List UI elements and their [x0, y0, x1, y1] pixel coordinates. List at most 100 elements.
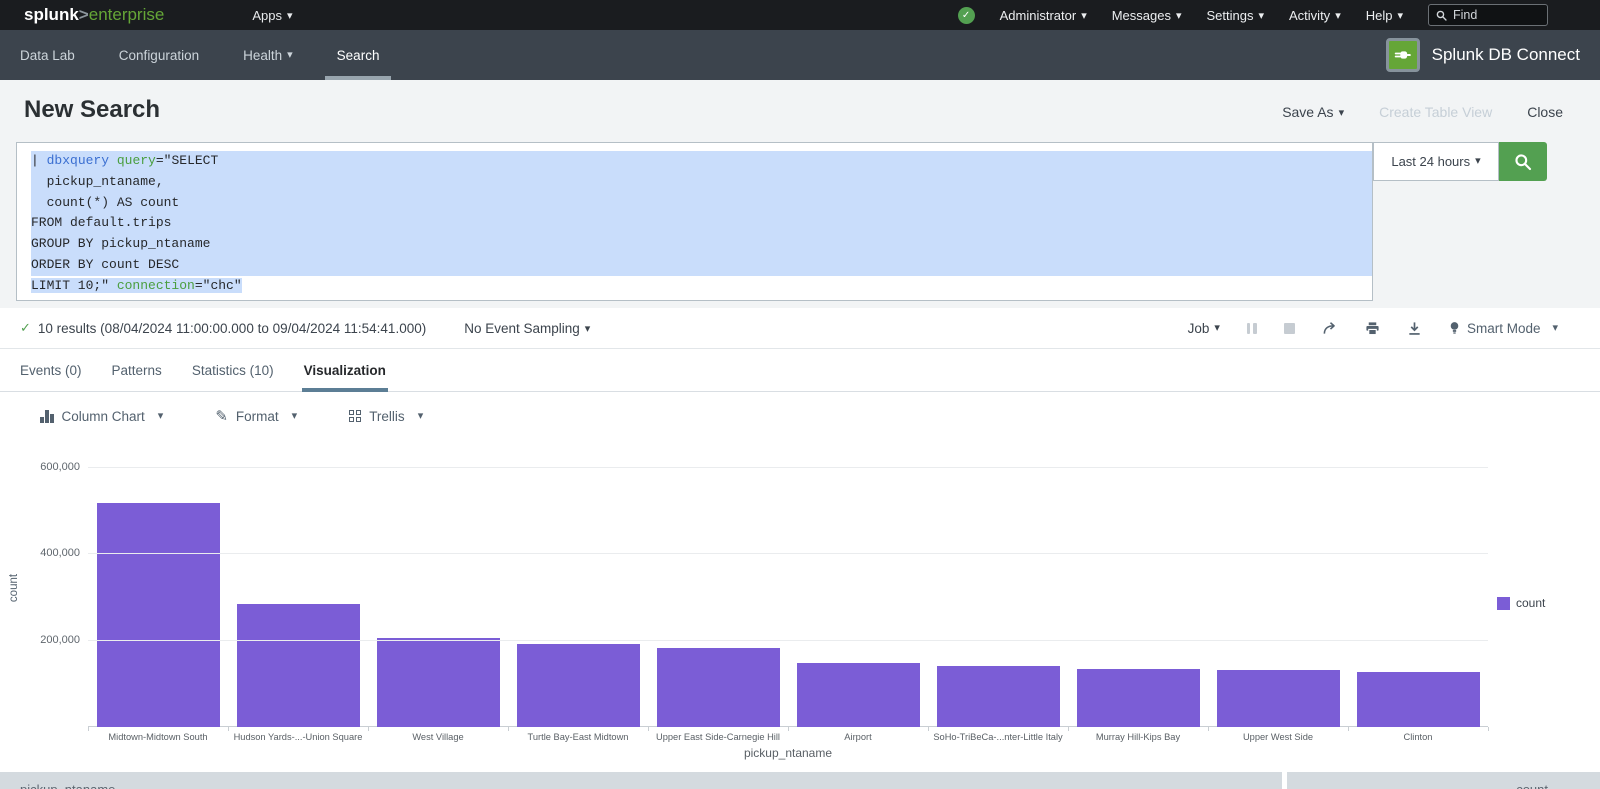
tab-visualization[interactable]: Visualization [304, 349, 386, 391]
table-preview-header: pickup_ntaname count [0, 772, 1600, 789]
event-sampling-dropdown[interactable]: No Event Sampling [464, 321, 590, 336]
legend-label: count [1516, 596, 1545, 610]
bar-slot [1068, 669, 1208, 727]
x-category-label-clinton: Clinton [1348, 732, 1488, 742]
nav-search[interactable]: Search [337, 30, 380, 80]
x-category-labels: Midtown-Midtown SouthHudson Yards-...-Un… [88, 732, 1488, 742]
time-range-picker[interactable]: Last 24 hours [1373, 142, 1499, 181]
bar-soho-tribeca-nter-little-italy[interactable] [937, 666, 1060, 727]
splunk-logo[interactable]: splunk>enterprise [24, 5, 164, 25]
smart-mode-label: Smart Mode [1467, 321, 1541, 336]
trellis-label: Trellis [369, 409, 405, 424]
pause-icon[interactable] [1247, 323, 1257, 334]
nav-health[interactable]: Health [243, 30, 293, 80]
bar-slot [368, 638, 508, 727]
job-menu[interactable]: Job [1188, 321, 1220, 336]
bar-slot [1348, 672, 1488, 727]
query-line-5: GROUP BY pickup_ntaname [31, 234, 1372, 255]
bar-slot [508, 644, 648, 727]
chart-legend[interactable]: count [1497, 596, 1545, 610]
viz-controls: Column Chart Format Trellis [0, 392, 1600, 440]
pencil-icon [215, 407, 228, 425]
smart-mode-dropdown[interactable]: Smart Mode [1449, 321, 1558, 336]
trellis-button[interactable]: Trellis [349, 409, 423, 424]
lightbulb-icon [1449, 321, 1460, 335]
logo-enterprise: enterprise [89, 5, 165, 24]
bar-slot [228, 604, 368, 727]
app-nav: Data Lab Configuration Health Search [20, 30, 423, 80]
column-chart: count Midtown-Midtown SouthHudson Yards-… [0, 440, 1600, 772]
query-line-2: pickup_ntaname, [31, 172, 1372, 193]
db-connect-plug-icon [1386, 38, 1420, 72]
search-icon [1514, 153, 1532, 171]
menu-activity[interactable]: Activity [1289, 8, 1341, 23]
menu-messages[interactable]: Messages [1112, 8, 1182, 23]
query-line-7: LIMIT 10;" connection="chc" [31, 276, 1372, 297]
status-check-icon[interactable] [958, 7, 975, 24]
print-icon[interactable] [1365, 321, 1380, 336]
chart-type-label: Column Chart [62, 409, 145, 424]
stop-icon[interactable] [1284, 323, 1295, 334]
tab-events-0[interactable]: Events (0) [20, 349, 82, 391]
x-category-label-turtle-bay-east-midtown: Turtle Bay-East Midtown [508, 732, 648, 742]
x-category-label-upper-east-side-carnegie-hill: Upper East Side-Carnegie Hill [648, 732, 788, 742]
nav-data-lab[interactable]: Data Lab [20, 30, 75, 80]
page-title: New Search [24, 96, 160, 124]
x-category-label-murray-hill-kips-bay: Murray Hill-Kips Bay [1068, 732, 1208, 742]
share-icon[interactable] [1322, 321, 1338, 336]
job-controls: Job Smart Mode [1188, 321, 1558, 336]
close-button[interactable]: Close [1527, 104, 1563, 120]
search-query-input[interactable]: | dbxquery query="SELECT pickup_ntaname,… [16, 142, 1373, 301]
export-icon[interactable] [1407, 321, 1422, 336]
bar-slot [648, 648, 788, 727]
gridline-400,000 [88, 553, 1488, 554]
x-category-label-hudson-yards-union-square: Hudson Yards-...-Union Square [228, 732, 368, 742]
app-brand[interactable]: Splunk DB Connect [1386, 38, 1580, 72]
x-axis-tick [788, 727, 789, 731]
x-category-label-west-village: West Village [368, 732, 508, 742]
save-as-button[interactable]: Save As [1282, 104, 1344, 120]
tab-statistics-10[interactable]: Statistics (10) [192, 349, 274, 391]
bar-slot [88, 503, 228, 727]
bar-slot [1208, 670, 1348, 727]
x-category-label-midtown-midtown-south: Midtown-Midtown South [88, 732, 228, 742]
bar-upper-west-side[interactable] [1217, 670, 1340, 727]
find-box[interactable] [1428, 4, 1548, 26]
x-axis-tick [1488, 727, 1489, 731]
x-axis-tick [88, 727, 89, 731]
results-bar: 10 results (08/04/2024 11:00:00.000 to 0… [0, 308, 1600, 349]
find-input[interactable] [1453, 8, 1533, 22]
format-button[interactable]: Format [215, 407, 297, 425]
bar-turtle-bay-east-midtown[interactable] [517, 644, 640, 727]
success-check-icon [20, 320, 31, 336]
bar-midtown-midtown-south[interactable] [97, 503, 220, 727]
x-axis-title: pickup_ntaname [88, 746, 1488, 760]
bar-clinton[interactable] [1357, 672, 1480, 727]
logo-splunk: splunk [24, 5, 79, 24]
format-label: Format [236, 409, 279, 424]
bar-hudson-yards-union-square[interactable] [237, 604, 360, 727]
bar-airport[interactable] [797, 663, 920, 727]
bar-upper-east-side-carnegie-hill[interactable] [657, 648, 780, 727]
apps-menu[interactable]: Apps [252, 8, 292, 23]
tab-patterns[interactable]: Patterns [112, 349, 162, 391]
column-header-count[interactable]: count [1287, 772, 1600, 789]
query-line-1: | dbxquery query="SELECT [31, 151, 1372, 172]
legend-swatch [1497, 597, 1510, 610]
chart-type-picker[interactable]: Column Chart [40, 409, 163, 424]
menu-help[interactable]: Help [1366, 8, 1403, 23]
y-tick-label: 600,000 [0, 461, 80, 473]
x-axis-tick [1208, 727, 1209, 731]
nav-configuration[interactable]: Configuration [119, 30, 199, 80]
search-button[interactable] [1499, 142, 1547, 181]
topbar-right: Administrator Messages Settings Activity Hel… [958, 4, 1548, 26]
column-header-pickup-ntaname[interactable]: pickup_ntaname [0, 772, 1282, 789]
menu-administrator[interactable]: Administrator [1000, 8, 1087, 23]
menu-settings[interactable]: Settings [1207, 8, 1265, 23]
results-summary: 10 results (08/04/2024 11:00:00.000 to 0… [38, 321, 426, 336]
bar-west-village[interactable] [377, 638, 500, 727]
search-icon [1436, 10, 1447, 21]
chart-bars [88, 440, 1488, 727]
bar-murray-hill-kips-bay[interactable] [1077, 669, 1200, 727]
x-axis-tick [1068, 727, 1069, 731]
